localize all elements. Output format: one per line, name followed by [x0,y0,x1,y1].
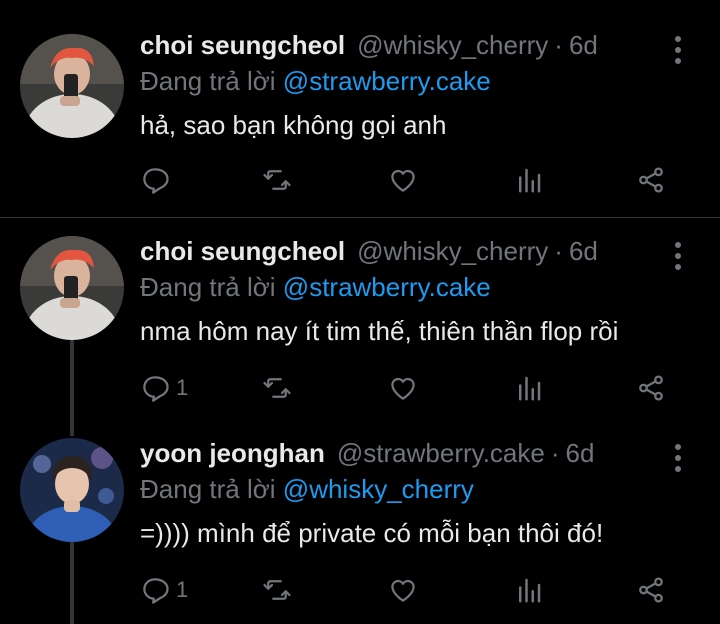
timestamp[interactable]: 6d [569,30,598,61]
tweet-divider [0,217,720,218]
tweet-actions: 1 [140,370,680,406]
retweet-icon [263,378,291,398]
thread-line [70,542,74,624]
author-name[interactable]: choi seungcheol [140,236,345,267]
replying-to-mention[interactable]: @strawberry.cake [283,272,491,302]
tweet-actions [140,162,680,198]
tweet[interactable]: choi seungcheol @whisky_cherry · 6d Đang… [0,30,720,210]
retweet-button[interactable] [262,162,292,198]
replying-to-label: Đang trả lời [140,272,276,302]
share-icon [639,375,663,401]
reply-count: 1 [176,375,189,400]
share-icon [639,167,663,193]
timestamp[interactable]: 6d [566,438,595,469]
thread-line [70,340,74,436]
share-icon [639,577,663,603]
views-icon [519,578,541,603]
retweet-button[interactable] [262,370,292,406]
timestamp[interactable]: 6d [569,236,598,267]
author-handle[interactable]: @strawberry.cake [337,438,545,469]
replying-to: Đang trả lời @whisky_cherry [140,474,474,505]
more-options-icon[interactable] [674,36,682,64]
like-icon [391,169,415,192]
tweet-text: hả, sao bạn không gọi anh [140,110,447,140]
tweet-text: nma hôm nay ít tim thế, thiên thần flop … [140,316,619,346]
replying-to: Đang trả lời @strawberry.cake [140,66,491,97]
more-options-icon[interactable] [674,444,682,472]
avatar[interactable] [20,438,124,542]
author-handle[interactable]: @whisky_cherry [357,30,548,61]
tweet[interactable]: choi seungcheol @whisky_cherry · 6d Đang… [0,236,720,436]
reply-button[interactable]: 1 [140,370,188,406]
replying-to-label: Đang trả lời [140,66,276,96]
share-button[interactable] [636,370,666,406]
retweet-icon [263,170,291,190]
replying-to-label: Đang trả lời [140,474,276,504]
author-name[interactable]: yoon jeonghan [140,438,325,469]
reply-count: 1 [176,577,189,602]
separator-dot: · [550,438,560,468]
views-button[interactable] [514,572,544,608]
share-button[interactable] [636,572,666,608]
views-button[interactable] [514,162,544,198]
retweet-icon [263,580,291,600]
tweet-actions: 1 [140,572,680,608]
avatar[interactable] [20,34,124,138]
tweet[interactable]: yoon jeonghan @strawberry.cake · 6d Đang… [0,438,720,624]
reply-icon [143,376,169,402]
author-handle[interactable]: @whisky_cherry [357,236,548,267]
retweet-button[interactable] [262,572,292,608]
like-button[interactable] [388,162,418,198]
tweet-text: =)))) mình để private có mỗi bạn thôi đó… [140,518,604,548]
reply-button[interactable]: 1 [140,572,188,608]
more-options-icon[interactable] [674,242,682,270]
like-button[interactable] [388,572,418,608]
reply-button[interactable] [140,162,176,198]
separator-dot: · [554,236,563,266]
author-name[interactable]: choi seungcheol [140,30,345,61]
like-icon [391,579,415,602]
avatar[interactable] [20,236,124,340]
reply-icon [143,168,169,194]
reply-icon [143,578,169,604]
like-button[interactable] [388,370,418,406]
replying-to-mention[interactable]: @whisky_cherry [283,474,474,504]
views-icon [519,168,541,193]
views-button[interactable] [514,370,544,406]
replying-to: Đang trả lời @strawberry.cake [140,272,491,303]
separator-dot: · [554,30,563,60]
like-icon [391,377,415,400]
views-icon [519,376,541,401]
replying-to-mention[interactable]: @strawberry.cake [283,66,491,96]
share-button[interactable] [636,162,666,198]
